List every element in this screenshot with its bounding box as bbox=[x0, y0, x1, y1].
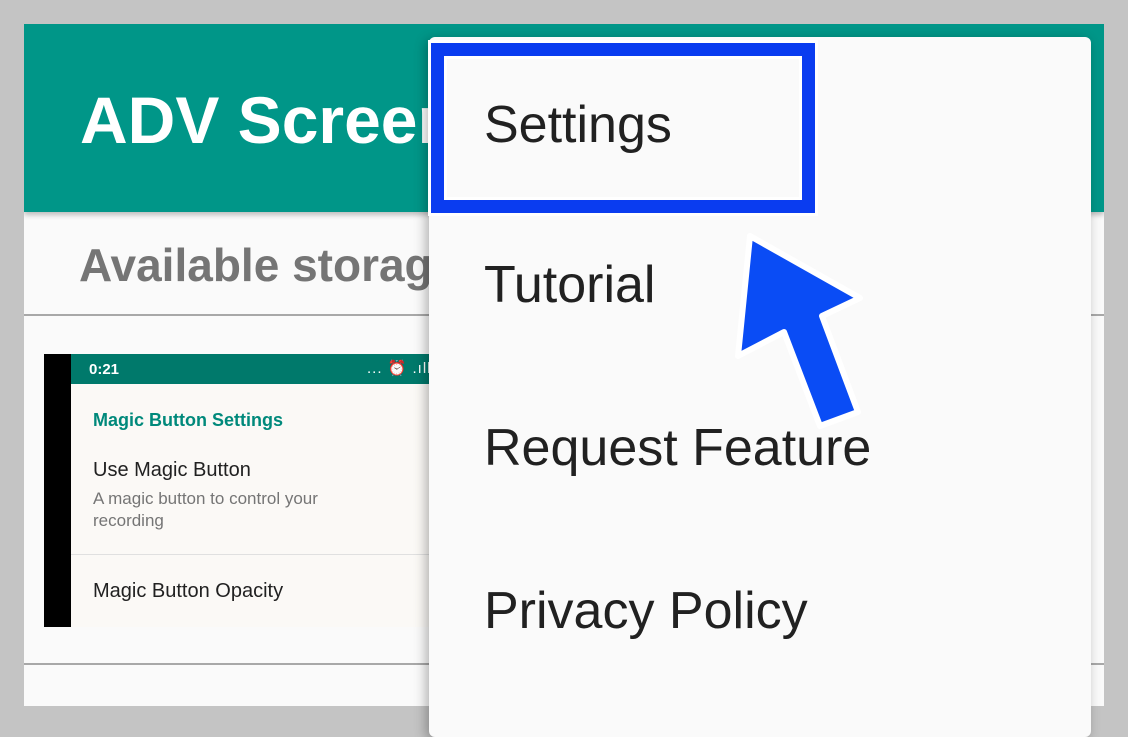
menu-item-label: Tutorial bbox=[484, 256, 656, 314]
menu-item-privacy-policy[interactable]: Privacy Policy bbox=[429, 533, 1091, 695]
menu-item-label: Privacy Policy bbox=[484, 582, 808, 640]
thumbnail-divider bbox=[71, 554, 464, 555]
menu-item-label: Request Feature bbox=[484, 419, 872, 477]
thumbnail-status-bar: 0:21 ... ⏰ .ıll bbox=[71, 354, 464, 384]
thumbnail-pref-title: Use Magic Button bbox=[93, 459, 251, 481]
overflow-menu: Settings Tutorial Request Feature Privac… bbox=[429, 37, 1091, 737]
menu-item-request-feature[interactable]: Request Feature bbox=[429, 370, 1091, 532]
thumbnail-opacity-title: Magic Button Opacity bbox=[93, 580, 284, 602]
thumbnail-pref-summary: A magic button to control your recording bbox=[93, 489, 318, 530]
thumbnail-status-time: 0:21 bbox=[89, 361, 120, 378]
available-storage-label: Available storage bbox=[79, 239, 459, 291]
menu-item-settings[interactable]: Settings bbox=[429, 47, 1091, 209]
screenshot-thumbnail[interactable]: 0:21 ... ⏰ .ıll Magic Button Settings Us… bbox=[44, 354, 464, 627]
menu-item-label: Settings bbox=[484, 96, 672, 154]
app-title: ADV Screen bbox=[80, 83, 458, 157]
thumbnail-section-header: Magic Button Settings bbox=[93, 410, 283, 430]
thumbnail-screen: 0:21 ... ⏰ .ıll Magic Button Settings Us… bbox=[71, 354, 464, 627]
menu-item-tutorial[interactable]: Tutorial bbox=[429, 207, 1091, 369]
thumbnail-status-icons: ... ⏰ .ıll bbox=[367, 360, 432, 377]
